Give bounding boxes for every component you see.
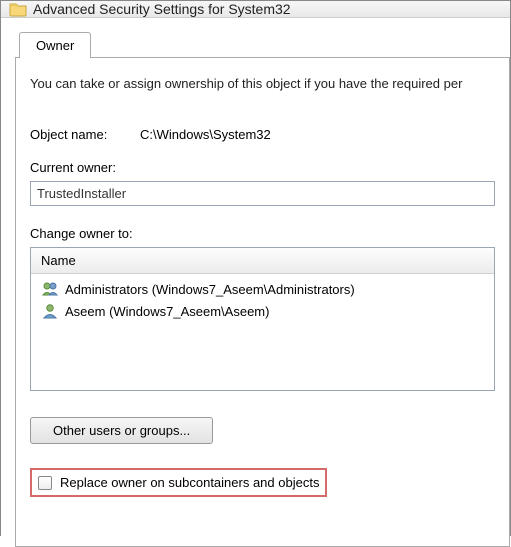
list-body: Administrators (Windows7_Aseem\Administr… xyxy=(31,274,494,390)
description-text: You can take or assign ownership of this… xyxy=(30,76,495,91)
user-icon xyxy=(41,303,59,319)
replace-owner-checkbox[interactable] xyxy=(38,476,52,490)
object-name-row: Object name: C:\Windows\System32 xyxy=(30,127,495,142)
list-item[interactable]: Administrators (Windows7_Aseem\Administr… xyxy=(31,278,494,300)
replace-owner-row[interactable]: Replace owner on subcontainers and objec… xyxy=(30,468,327,497)
group-icon xyxy=(41,281,59,297)
window-title: Advanced Security Settings for System32 xyxy=(33,1,291,17)
list-header-name[interactable]: Name xyxy=(31,248,494,274)
folder-icon xyxy=(9,1,27,17)
owner-listbox[interactable]: Name Administrators (Windows7_Aseem\Admi… xyxy=(30,247,495,391)
other-users-button[interactable]: Other users or groups... xyxy=(30,417,213,444)
tab-panel-owner: You can take or assign ownership of this… xyxy=(15,57,510,547)
change-owner-label: Change owner to: xyxy=(30,226,495,241)
list-item-label: Aseem (Windows7_Aseem\Aseem) xyxy=(65,304,269,319)
list-item[interactable]: Aseem (Windows7_Aseem\Aseem) xyxy=(31,300,494,322)
current-owner-field: TrustedInstaller xyxy=(30,181,495,206)
list-item-label: Administrators (Windows7_Aseem\Administr… xyxy=(65,282,355,297)
object-name-value: C:\Windows\System32 xyxy=(140,127,271,142)
current-owner-label: Current owner: xyxy=(30,160,495,175)
tab-strip: Owner xyxy=(19,32,510,58)
content-area: Owner You can take or assign ownership o… xyxy=(1,18,510,547)
window-frame: Advanced Security Settings for System32 … xyxy=(0,0,511,536)
object-name-label: Object name: xyxy=(30,127,140,142)
titlebar: Advanced Security Settings for System32 xyxy=(1,1,510,18)
tab-owner[interactable]: Owner xyxy=(19,32,91,58)
replace-owner-label: Replace owner on subcontainers and objec… xyxy=(60,475,319,490)
